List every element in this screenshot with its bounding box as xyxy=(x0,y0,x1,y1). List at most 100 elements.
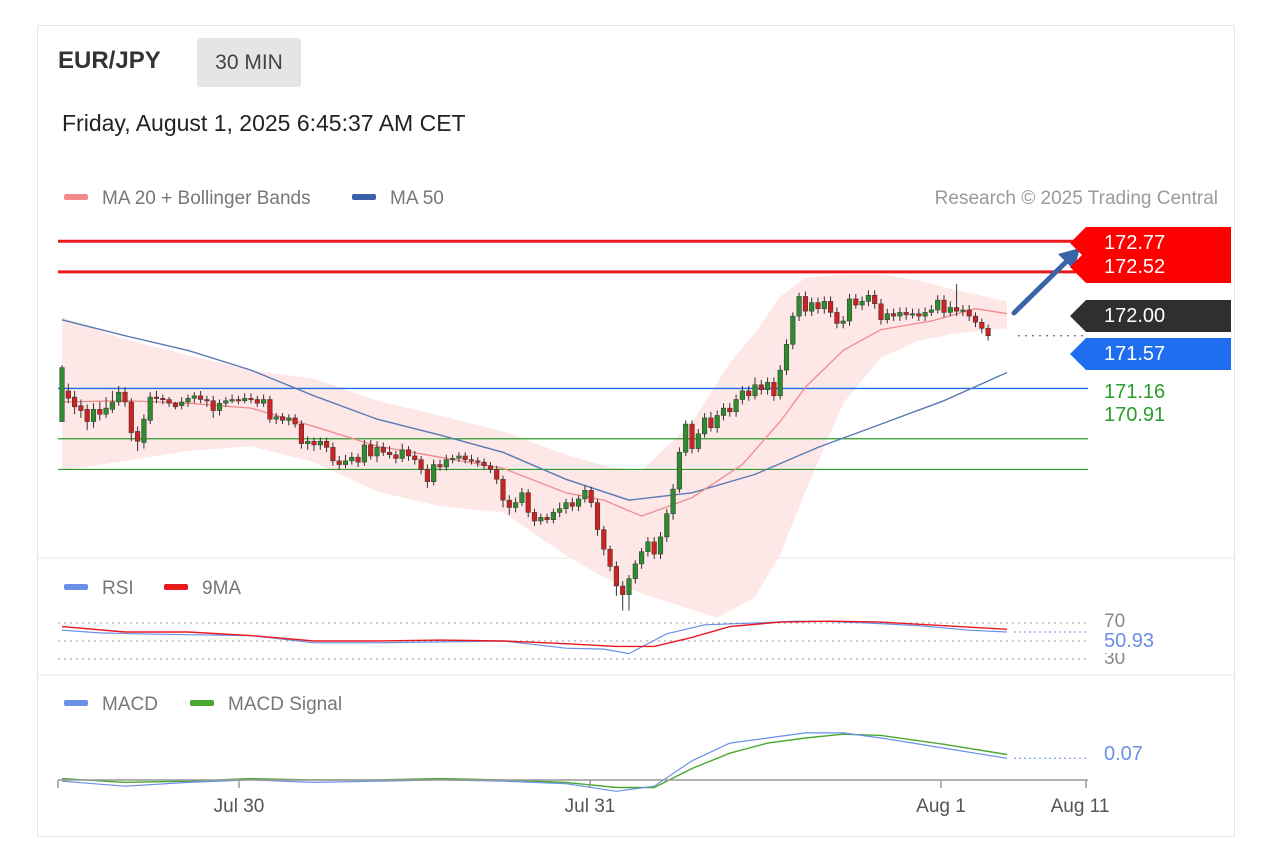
candle-body xyxy=(897,312,903,317)
candle-body xyxy=(834,312,840,324)
candle-body xyxy=(179,401,185,406)
candle-body xyxy=(317,440,323,446)
candle-body xyxy=(279,416,286,421)
rsi-ma-line xyxy=(61,620,1008,648)
candle-body xyxy=(733,399,739,413)
level-label-s1: 171.16 xyxy=(1104,381,1166,403)
candle-body xyxy=(916,313,922,317)
candle-body xyxy=(683,423,689,453)
candle-body xyxy=(72,396,78,408)
candle-body xyxy=(626,578,632,595)
legend-rsi: RSI xyxy=(64,578,134,600)
candle-body xyxy=(330,447,336,462)
candle-body xyxy=(796,296,802,317)
candle-body xyxy=(393,454,399,459)
candle-body xyxy=(872,294,878,305)
candle-body xyxy=(525,492,531,513)
candle-body xyxy=(853,298,859,306)
candle-body xyxy=(84,409,90,422)
candle-body xyxy=(286,417,292,421)
candle-body xyxy=(758,384,764,390)
candle-body xyxy=(374,447,380,457)
candle-body xyxy=(405,449,412,457)
candle-body xyxy=(191,395,197,399)
candle-body xyxy=(985,328,991,336)
candle-body xyxy=(550,512,556,521)
candle-body xyxy=(78,405,84,411)
candle-body xyxy=(204,399,210,402)
candle-body xyxy=(261,399,267,404)
candle-body xyxy=(954,307,960,312)
chart-svg xyxy=(38,239,1235,792)
candle-body xyxy=(695,433,701,449)
legend-macd-label: MACD xyxy=(102,694,158,715)
candle-body xyxy=(557,508,563,513)
candle-body xyxy=(582,490,588,500)
candle-body xyxy=(210,400,216,411)
candle-body xyxy=(746,390,752,397)
price-panel xyxy=(58,239,1088,618)
legend-rsi-ma: 9MA xyxy=(164,578,241,600)
candle-body xyxy=(613,566,619,587)
candle-body xyxy=(160,398,166,401)
candle-body xyxy=(651,541,657,555)
candle-body xyxy=(765,382,771,390)
rsi-line xyxy=(61,620,1008,655)
candle-body xyxy=(569,502,575,507)
candle-body xyxy=(116,391,122,403)
candle-body xyxy=(815,302,821,309)
candle-body xyxy=(242,398,248,401)
candle-body xyxy=(676,452,682,490)
bollinger-band xyxy=(62,274,1007,618)
candle-body xyxy=(336,460,342,465)
candle-body xyxy=(752,384,758,397)
candle-body xyxy=(632,563,638,579)
candle-body xyxy=(128,401,134,433)
candle-body xyxy=(865,294,871,302)
candle-body xyxy=(122,391,128,403)
candle-body xyxy=(783,344,790,371)
candle-body xyxy=(147,396,153,421)
candle-body xyxy=(380,447,386,453)
candle-body xyxy=(59,367,65,422)
candle-body xyxy=(538,517,544,522)
candle-body xyxy=(65,390,71,399)
candle-body xyxy=(702,417,708,435)
candle-body xyxy=(185,398,191,403)
candle-body xyxy=(361,444,367,463)
candle-body xyxy=(418,459,424,470)
candle-body xyxy=(620,585,626,595)
candle-body xyxy=(720,407,727,416)
candle-body xyxy=(223,400,229,404)
candle-body xyxy=(298,423,304,444)
macd-swatch xyxy=(64,699,88,706)
candle-body xyxy=(601,529,607,550)
candle-body xyxy=(802,296,808,312)
candle-body xyxy=(935,299,941,311)
macd-panel xyxy=(61,732,1088,792)
rsi-swatch xyxy=(64,583,88,590)
candle-body xyxy=(462,455,468,460)
candle-body xyxy=(387,452,393,455)
candle-body xyxy=(90,409,97,422)
candle-body xyxy=(494,469,500,480)
candle-body xyxy=(487,465,493,470)
candle-body xyxy=(878,303,884,321)
candle-body xyxy=(481,461,487,467)
candle-body xyxy=(513,502,519,508)
candle-body xyxy=(506,499,512,508)
candle-body xyxy=(342,460,349,465)
candle-body xyxy=(254,399,260,404)
candle-body xyxy=(153,396,160,399)
candle-body xyxy=(468,459,475,462)
candle-body xyxy=(216,402,223,411)
candle-body xyxy=(928,309,934,313)
candle-body xyxy=(828,301,834,313)
candle-body xyxy=(519,492,525,503)
candle-body xyxy=(229,399,235,402)
rsi-panel xyxy=(58,620,1088,660)
candle-body xyxy=(941,299,947,313)
macd-value: 0.07 xyxy=(1104,743,1143,765)
candle-body xyxy=(456,455,462,459)
candle-body xyxy=(714,415,720,428)
